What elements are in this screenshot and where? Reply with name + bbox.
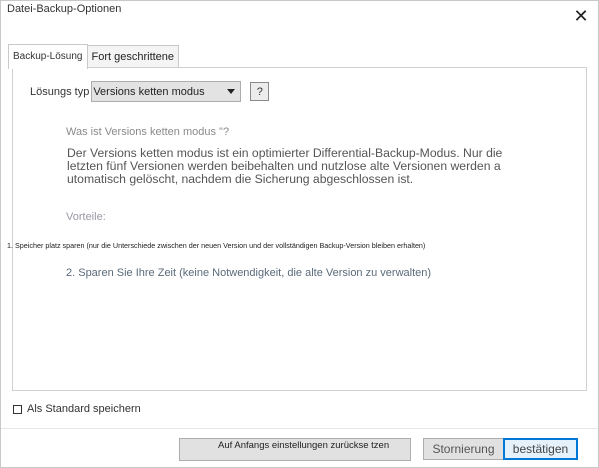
solution-type-label: Lösungs typ — [30, 85, 90, 98]
mode-question: Was ist Versions ketten modus "? — [66, 126, 230, 138]
window-title: Datei-Backup-Optionen — [7, 3, 122, 15]
mode-description: Der Versions ketten modus ist ein optimi… — [67, 146, 503, 186]
solution-type-row: Lösungs typ Versions ketten modus ? — [30, 81, 270, 102]
save-default-label: Als Standard speichern — [27, 403, 141, 415]
advantages-heading: Vorteile: — [66, 211, 106, 223]
advantage-1: 1. Speicher platz sparen (nur die Unters… — [7, 241, 426, 250]
tab-backup-solution[interactable]: Backup-Lösung — [8, 44, 88, 69]
advantage-2: 2. Sparen Sie Ihre Zeit (keine Notwendig… — [66, 267, 432, 279]
tab-advanced[interactable]: Fort geschrittene — [86, 45, 180, 69]
reset-defaults-button[interactable]: Auf Anfangs einstellungen zurückse tzen — [179, 438, 411, 461]
help-button[interactable]: ? — [250, 82, 270, 101]
backup-solution-panel: Lösungs typ Versions ketten modus ? Was … — [7, 67, 587, 391]
checkbox-icon[interactable] — [13, 404, 22, 414]
backup-options-dialog: Datei-Backup-Optionen ✕ Backup-Lösung Fo… — [0, 0, 599, 468]
solution-type-dropdown[interactable]: Versions ketten modus — [91, 81, 242, 102]
cancel-button[interactable]: Stornierung — [423, 438, 504, 460]
solution-type-value: Versions ketten modus — [93, 85, 205, 98]
chevron-down-icon — [227, 89, 236, 94]
title-bar: Datei-Backup-Optionen ✕ — [1, 1, 598, 31]
footer-divider — [1, 428, 598, 429]
close-icon[interactable]: ✕ — [570, 5, 592, 27]
confirm-button[interactable]: bestätigen — [503, 438, 578, 460]
tab-bar: Backup-Lösung Fort geschrittene — [8, 44, 180, 69]
save-default-row[interactable]: Als Standard speichern — [13, 403, 141, 415]
